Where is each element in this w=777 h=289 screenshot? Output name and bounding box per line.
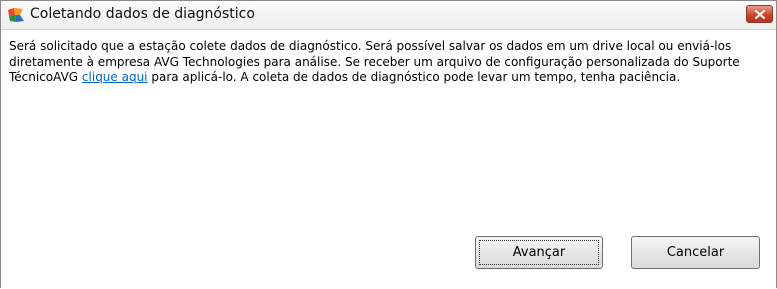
- cancel-button[interactable]: Cancelar: [631, 236, 760, 269]
- next-button[interactable]: Avançar: [475, 236, 603, 269]
- dialog-window: Coletando dados de diagnóstico Será soli…: [0, 0, 777, 288]
- close-icon: [755, 10, 765, 19]
- close-button[interactable]: [746, 5, 773, 23]
- next-button-label: Avançar: [479, 240, 599, 265]
- click-here-link[interactable]: clique aqui: [82, 70, 148, 84]
- avg-logo-icon: [7, 7, 25, 23]
- window-title: Coletando dados de diagnóstico: [30, 6, 255, 22]
- dialog-message: Será solicitado que a estação colete dad…: [9, 39, 769, 86]
- message-text-after: para aplicá-lo. A coleta de dados de dia…: [147, 70, 681, 84]
- title-bar: Coletando dados de diagnóstico: [1, 1, 776, 30]
